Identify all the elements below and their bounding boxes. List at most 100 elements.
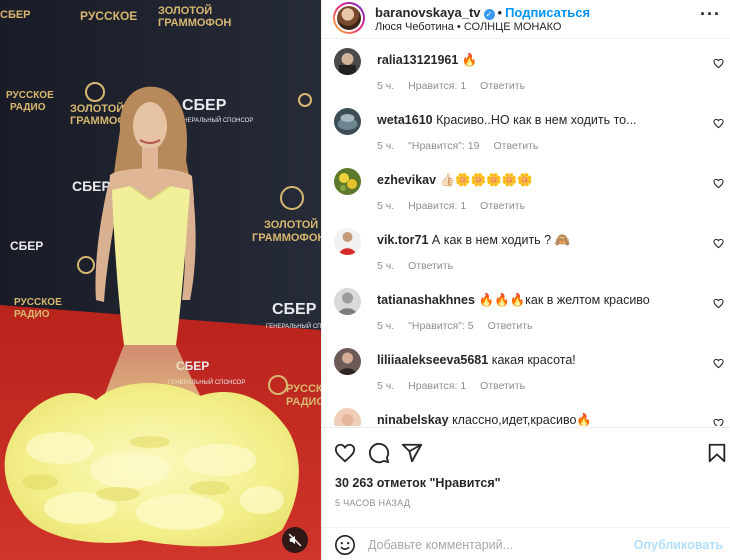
heart-icon[interactable]	[713, 418, 724, 426]
post-sidebar: baranovskaya_tv ✓ • Подписаться Люся Чеботи…	[321, 0, 730, 560]
comments-list[interactable]: ralia13121961 🔥 5 ч. Нравится: 1 Ответить …	[322, 40, 730, 426]
comment-composer: Опубликовать	[322, 527, 730, 560]
emoji-icon[interactable]	[334, 534, 356, 556]
avatar[interactable]	[334, 348, 361, 375]
heart-icon[interactable]	[713, 118, 724, 129]
backdrop-logo-text: ГЕНЕРАЛЬНЫЙ СПОНСОР	[266, 322, 321, 330]
red-carpet-photo: РУССКОЕ ЗОЛОТОЙ ГРАММОФОН СБЕР ЗОЛОТОЙ Г…	[0, 0, 321, 560]
comment-text: tatianashakhnes 🔥🔥🔥как в желтом красиво	[377, 293, 650, 308]
comment-likes[interactable]: Нравится: 1	[408, 380, 466, 392]
likes-count[interactable]: 30 263 отметок "Нравится"	[335, 476, 501, 490]
backdrop-logo-text: ЗОЛОТОЙ	[158, 4, 212, 17]
comment-body: 👍🏻🌼🌼🌼🌼🌼	[439, 173, 533, 187]
list-item: ninabelskay классно,идет,красиво🔥	[322, 400, 730, 426]
comment-meta: 5 ч. Нравится: 1 Ответить	[377, 380, 539, 392]
comment-text: vik.tor71 А как в нем ходить ? 🙈	[377, 233, 570, 248]
backdrop-logo-text: СБЕР	[72, 178, 111, 194]
heart-icon[interactable]	[713, 178, 724, 189]
backdrop-logo-text: РУССКОЕ	[14, 297, 62, 308]
mute-button[interactable]	[282, 527, 308, 553]
audio-attribution[interactable]: Люся Чеботина • СОЛНЦЕ МОНАКО	[375, 21, 562, 33]
post-timestamp[interactable]: 5 часов назад	[335, 498, 410, 508]
comment-meta: 5 ч. Нравится: 1 Ответить	[377, 80, 539, 92]
reply-button[interactable]: Ответить	[480, 200, 525, 212]
backdrop-logo-text: РАДИО	[10, 102, 46, 113]
avatar[interactable]	[333, 2, 365, 34]
backdrop-logo-text: СБЕР	[10, 239, 43, 253]
volume-muted-icon	[288, 533, 302, 547]
list-item: liliiaalekseeva5681 какая красота! 5 ч. Н…	[322, 340, 730, 400]
heart-icon[interactable]	[713, 298, 724, 309]
verified-icon: ✓	[483, 9, 495, 20]
comment-input[interactable]	[368, 534, 638, 556]
list-item: ralia13121961 🔥 5 ч. Нравится: 1 Ответить	[322, 40, 730, 100]
backdrop-logo-text: СБЕР	[0, 9, 31, 21]
comment-meta: 5 ч. Ответить	[377, 260, 467, 272]
comment-text: ezhevikav 👍🏻🌼🌼🌼🌼🌼	[377, 173, 533, 188]
avatar[interactable]	[334, 168, 361, 195]
list-item: ezhevikav 👍🏻🌼🌼🌼🌼🌼 5 ч. Нравится: 1 Ответит…	[322, 160, 730, 220]
comment-body: 🔥🔥🔥как в желтом красиво	[478, 293, 650, 307]
post-author: baranovskaya_tv ✓ • Подписаться	[375, 5, 590, 20]
separator-dot: •	[497, 5, 503, 20]
heart-icon[interactable]	[713, 238, 724, 249]
avatar[interactable]	[334, 108, 361, 135]
comment-body: какая красота!	[491, 353, 576, 367]
backdrop-logo-text: РАДИО	[286, 396, 321, 408]
reply-button[interactable]: Ответить	[480, 380, 525, 392]
avatar[interactable]	[334, 408, 361, 426]
comment-time: 5 ч.	[377, 380, 395, 392]
author-username[interactable]: baranovskaya_tv	[375, 5, 481, 20]
post-header: baranovskaya_tv ✓ • Подписаться Люся Чеботи…	[322, 0, 730, 39]
heart-icon[interactable]	[334, 442, 356, 464]
comment-username[interactable]: vik.tor71	[377, 233, 428, 247]
comment-text: weta1610 Красиво..НО как в нем ходить то…	[377, 113, 637, 127]
comment-body: Красиво..НО как в нем ходить то...	[436, 113, 637, 127]
bookmark-icon[interactable]	[706, 442, 728, 464]
reply-button[interactable]: Ответить	[408, 260, 453, 272]
share-icon[interactable]	[401, 442, 423, 464]
comment-icon[interactable]	[368, 442, 390, 464]
heart-icon[interactable]	[713, 58, 724, 69]
comment-likes[interactable]: "Нравится": 5	[408, 320, 473, 332]
backdrop-logo-text: СБЕР	[272, 301, 317, 318]
comment-meta: 5 ч. "Нравится": 19 Ответить	[377, 140, 552, 152]
comment-likes[interactable]: Нравится: 1	[408, 80, 466, 92]
post-media[interactable]: РУССКОЕ ЗОЛОТОЙ ГРАММОФОН СБЕР ЗОЛОТОЙ Г…	[0, 0, 321, 560]
backdrop-logo-text: РУССКОЕ	[6, 90, 54, 101]
comment-username[interactable]: tatianashakhnes	[377, 293, 475, 307]
reply-button[interactable]: Ответить	[480, 80, 525, 92]
comment-meta: 5 ч. Нравится: 1 Ответить	[377, 200, 539, 212]
backdrop-logo-text: РУССКОЕ	[80, 9, 137, 23]
comment-time: 5 ч.	[377, 200, 395, 212]
avatar[interactable]	[334, 288, 361, 315]
list-item: vik.tor71 А как в нем ходить ? 🙈 5 ч. Отв…	[322, 220, 730, 280]
comment-likes[interactable]: Нравится: 1	[408, 200, 466, 212]
avatar[interactable]	[334, 48, 361, 75]
backdrop-logo-text: РАДИО	[14, 309, 50, 320]
heart-icon[interactable]	[713, 358, 724, 369]
follow-button[interactable]: Подписаться	[505, 5, 590, 20]
comment-username[interactable]: weta1610	[377, 113, 433, 127]
reply-button[interactable]: Ответить	[488, 320, 533, 332]
comment-body: 🔥	[461, 53, 478, 67]
comment-username[interactable]: liliiaalekseeva5681	[377, 353, 488, 367]
list-item: tatianashakhnes 🔥🔥🔥как в желтом красиво …	[322, 280, 730, 340]
backdrop-logo-text: СБЕР	[182, 97, 227, 114]
comment-username[interactable]: ezhevikav	[377, 173, 436, 187]
avatar[interactable]	[334, 228, 361, 255]
backdrop-logo-text: ГЕНЕРАЛЬНЫЙ СПОНСОР	[176, 116, 253, 124]
reply-button[interactable]: Ответить	[493, 140, 538, 152]
comment-text: ninabelskay классно,идет,красиво🔥	[377, 413, 592, 426]
comment-time: 5 ч.	[377, 80, 395, 92]
backdrop-logo-text: РУССКОЕ	[286, 383, 321, 395]
comment-username[interactable]: ralia13121961	[377, 53, 458, 67]
comment-username[interactable]: ninabelskay	[377, 413, 449, 426]
backdrop-logo-text: ГРАММОФОН	[252, 232, 321, 244]
list-item: weta1610 Красиво..НО как в нем ходить то…	[322, 100, 730, 160]
comment-likes[interactable]: "Нравится": 19	[408, 140, 479, 152]
backdrop-logo-text: ГРАММОФОН	[158, 17, 231, 29]
more-options-button[interactable]: ···	[700, 5, 721, 23]
publish-button[interactable]: Опубликовать	[634, 538, 723, 552]
comment-body: классно,идет,красиво🔥	[452, 413, 592, 426]
